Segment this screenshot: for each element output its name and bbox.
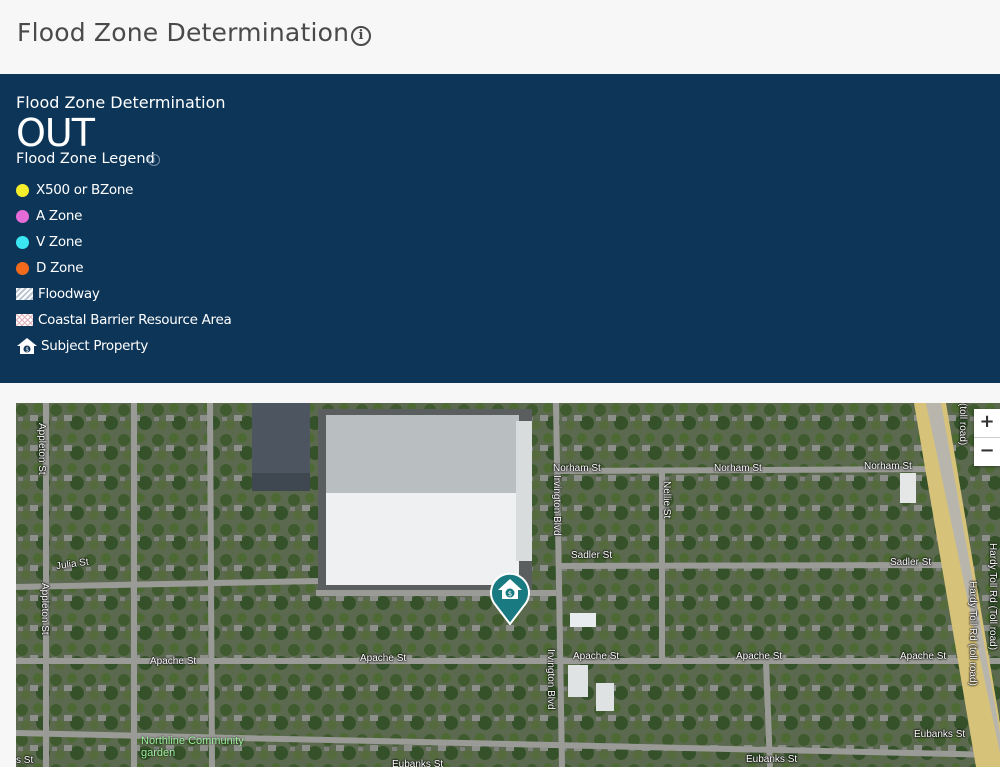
info-icon[interactable]: i bbox=[351, 26, 371, 46]
determination-title: Flood Zone Determination bbox=[16, 93, 226, 112]
zoom-controls: + − bbox=[974, 409, 1000, 466]
street-label: Irvington Blvd bbox=[551, 475, 562, 536]
orange-dot-icon bbox=[16, 261, 29, 275]
page-header: Flood Zone Determination i bbox=[0, 0, 1000, 74]
street-label: Eubanks St bbox=[746, 754, 798, 765]
legend-label: Coastal Barrier Resource Area bbox=[38, 312, 232, 328]
street-label: Norham St bbox=[553, 463, 601, 474]
street-label: Hardy Toll Rd (Toll road) bbox=[987, 543, 998, 651]
legend-item-x500: X500 or BZone bbox=[16, 180, 133, 200]
legend-title: Flood Zone Legend bbox=[16, 151, 155, 167]
street-label: Norham St bbox=[714, 463, 762, 474]
legend-label: Floodway bbox=[38, 286, 100, 302]
street-label: Apache St bbox=[360, 653, 407, 664]
legend-label: A Zone bbox=[36, 208, 83, 224]
cyan-dot-icon bbox=[16, 235, 29, 249]
pink-dot-icon bbox=[16, 209, 29, 223]
street-label: Sadler St bbox=[571, 550, 613, 561]
street-label: s St bbox=[16, 755, 34, 766]
legend-label: D Zone bbox=[36, 260, 84, 276]
street-label: Irvington Blvd bbox=[545, 649, 556, 710]
legend-label: X500 or BZone bbox=[36, 182, 134, 198]
legend-item-floodway: Floodway bbox=[16, 284, 100, 304]
street-label: Norham St bbox=[864, 461, 912, 472]
determination-value: OUT bbox=[16, 111, 95, 155]
street-label: Eubanks St bbox=[392, 759, 444, 767]
street-label: Apache St bbox=[573, 651, 620, 662]
legend-label: V Zone bbox=[36, 234, 83, 250]
street-label: Apache St bbox=[736, 651, 783, 662]
poi-label: Northline Community garden bbox=[141, 735, 244, 759]
legend-item-a-zone: A Zone bbox=[16, 206, 82, 226]
determination-panel: Flood Zone Determination OUT Flood Zone … bbox=[0, 74, 1000, 383]
legend-label: Subject Property bbox=[41, 338, 149, 354]
svg-text:$: $ bbox=[25, 347, 29, 354]
street-label: Hardy Toll Rd (toll road) bbox=[967, 581, 978, 686]
cross-hatch-icon bbox=[16, 314, 33, 326]
street-label: Sadler St bbox=[890, 557, 932, 568]
street-label: Apache St bbox=[150, 656, 197, 667]
legend-item-subject-property: $ Subject Property bbox=[16, 336, 148, 356]
yellow-dot-icon bbox=[16, 183, 29, 197]
zoom-in-button[interactable]: + bbox=[974, 409, 1000, 437]
house-dollar-icon: $ bbox=[17, 338, 37, 354]
legend-item-d-zone: D Zone bbox=[16, 258, 84, 278]
zoom-out-button[interactable]: − bbox=[974, 438, 1000, 466]
legend-item-v-zone: V Zone bbox=[16, 232, 82, 252]
hatch-icon bbox=[16, 288, 33, 300]
street-label: Appleton St bbox=[39, 583, 50, 635]
legend-item-coastal-barrier: Coastal Barrier Resource Area bbox=[16, 310, 232, 330]
satellite-map[interactable]: Appleton St Appleton St Julia St Norham … bbox=[16, 403, 1000, 767]
street-label: Apache St bbox=[900, 651, 947, 662]
street-label: Appleton St bbox=[36, 423, 47, 475]
subject-property-marker[interactable]: $ bbox=[489, 569, 531, 625]
street-label: Eubanks St bbox=[914, 729, 966, 740]
legend-info-icon[interactable]: i bbox=[148, 154, 160, 166]
svg-text:$: $ bbox=[508, 590, 512, 598]
page-title: Flood Zone Determination bbox=[17, 18, 350, 47]
street-label: Nellie St bbox=[661, 481, 672, 519]
street-label: (toll road) bbox=[957, 403, 968, 446]
